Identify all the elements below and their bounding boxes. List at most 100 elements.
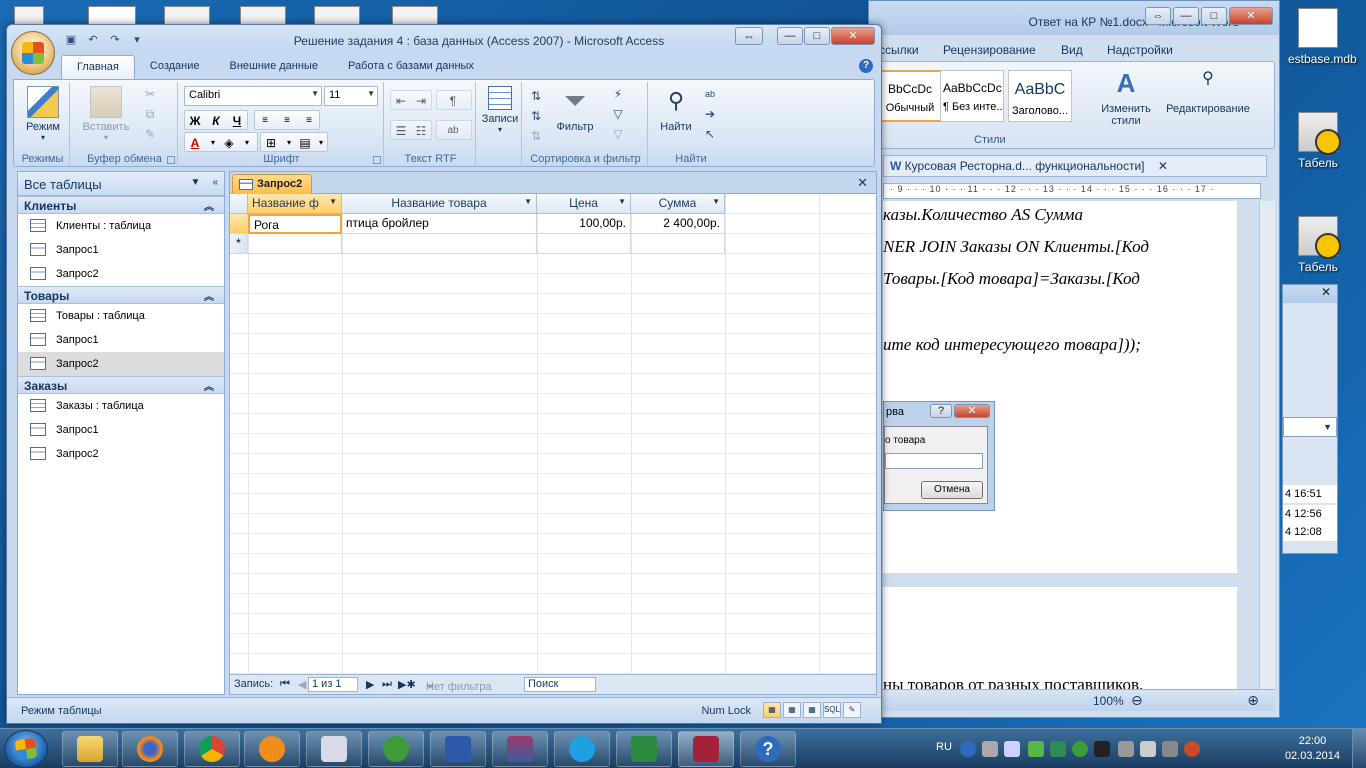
- first-record-button[interactable]: ⏮: [280, 678, 290, 691]
- align-right-icon[interactable]: ≡: [299, 111, 319, 129]
- nav-group-clients[interactable]: Клиенты ︽: [18, 196, 224, 214]
- taskbar-explorer[interactable]: [62, 731, 118, 767]
- show-desktop-button[interactable]: [1352, 729, 1366, 768]
- tray-app-icon[interactable]: [1094, 741, 1110, 757]
- tray-app-icon[interactable]: [982, 741, 998, 757]
- nav-item-query1[interactable]: Запрос1: [18, 418, 224, 442]
- word-window[interactable]: Ответ на КР №1.docx - Microsoft Word ⇔ —…: [868, 0, 1280, 718]
- indent-decrease-icon[interactable]: ⇤: [391, 91, 411, 109]
- dialog-launcher-icon[interactable]: [373, 156, 381, 164]
- datasheet-view-icon[interactable]: ▦: [763, 702, 781, 718]
- nav-item-query1[interactable]: Запрос1: [18, 238, 224, 262]
- chevron-down-icon[interactable]: ▼: [329, 197, 337, 206]
- tab-query2[interactable]: Запрос2: [232, 174, 312, 194]
- help-button[interactable]: ?: [930, 404, 952, 418]
- desktop-icon-estbase[interactable]: estbase.mdb: [1288, 8, 1357, 66]
- pivottable-view-icon[interactable]: ▦: [783, 702, 801, 718]
- font-name-select[interactable]: Calibri ▼: [184, 86, 322, 106]
- selection-filter-icon[interactable]: ⚡: [610, 86, 626, 102]
- navigation-pane-header[interactable]: Все таблицы ▼ «: [18, 172, 224, 196]
- nav-item-query1[interactable]: Запрос1: [18, 328, 224, 352]
- parameter-input[interactable]: [885, 453, 983, 469]
- previous-record-button[interactable]: ◀: [298, 678, 306, 691]
- chevron-down-icon[interactable]: ▼: [191, 177, 201, 188]
- format-painter-icon[interactable]: ✎: [142, 126, 158, 142]
- highlight-icon[interactable]: ab: [443, 121, 463, 139]
- help-icon[interactable]: ?: [859, 59, 873, 73]
- nav-item-clients-table[interactable]: Клиенты : таблица: [18, 214, 224, 238]
- column-header-product-name[interactable]: Название товара ▼: [342, 194, 537, 214]
- chevron-down-icon[interactable]: ▼: [712, 197, 720, 206]
- tab-view[interactable]: Вид: [1061, 43, 1083, 57]
- dialog-launcher-icon[interactable]: [167, 156, 175, 164]
- new-cell[interactable]: [342, 234, 537, 254]
- start-button[interactable]: [4, 730, 48, 768]
- nav-item-query2[interactable]: Запрос2: [18, 262, 224, 286]
- desktop-icon-tabel-2[interactable]: Табель: [1288, 216, 1348, 274]
- indent-increase-icon[interactable]: ⇥: [411, 91, 431, 109]
- find-button[interactable]: ⚲ Найти: [654, 86, 698, 133]
- font-color-icon[interactable]: A: [185, 133, 205, 151]
- row-selector[interactable]: [230, 214, 248, 234]
- cell-supplier[interactable]: Рога: [248, 214, 342, 234]
- collapse-pane-icon[interactable]: «: [212, 177, 218, 188]
- close-button[interactable]: ✕: [831, 27, 875, 45]
- nav-item-query2[interactable]: Запрос2: [18, 442, 224, 466]
- new-cell[interactable]: [248, 234, 342, 254]
- word-page-2[interactable]: ны товаров от разных поставщиков.: [883, 587, 1237, 694]
- word-document-tab[interactable]: W Курсовая Ресторна.d... функциональност…: [883, 155, 1267, 177]
- bullets-icon[interactable]: ☰: [391, 121, 411, 139]
- last-record-button[interactable]: ⏭: [382, 678, 392, 691]
- access-window[interactable]: ▣ ↶ ↷ ▾ Решение задания 4 : база данных …: [6, 24, 882, 724]
- help-icon[interactable]: [960, 741, 976, 757]
- tab-review[interactable]: Рецензирование: [943, 43, 1036, 57]
- sort-ascending-icon[interactable]: ⇅: [528, 88, 544, 104]
- paragraph-icon[interactable]: ¶: [443, 91, 463, 109]
- advanced-filter-icon[interactable]: ▽: [610, 106, 626, 122]
- align-center-icon[interactable]: ≡: [277, 111, 297, 129]
- align-left-icon[interactable]: ≡: [255, 111, 275, 129]
- table-row[interactable]: Рога птица бройлер 100,00р. 2 400,00р.: [230, 214, 725, 234]
- new-record-button[interactable]: ▶✱: [398, 678, 416, 691]
- move-icon[interactable]: ⇔: [735, 27, 763, 45]
- chevron-down-icon[interactable]: ▾: [237, 133, 257, 151]
- paste-button[interactable]: Вставить ▾: [78, 86, 134, 142]
- utorrent-icon[interactable]: [1072, 741, 1088, 757]
- tab-home[interactable]: Главная: [61, 55, 135, 79]
- tab-references[interactable]: ссылки: [879, 43, 919, 57]
- copy-icon[interactable]: ⧉: [142, 106, 158, 122]
- italic-button[interactable]: К: [206, 111, 226, 129]
- move-icon[interactable]: ⇔: [1145, 7, 1171, 25]
- minimize-button[interactable]: —: [777, 27, 803, 45]
- cell-price[interactable]: 100,00р.: [537, 214, 631, 234]
- tab-create[interactable]: Создание: [135, 55, 215, 79]
- chevron-down-icon[interactable]: ▼: [618, 197, 626, 206]
- cell-sum[interactable]: 2 400,00р.: [631, 214, 725, 234]
- volume-icon[interactable]: [1140, 741, 1156, 757]
- datasheet-grid[interactable]: Название ф ▼ Название товара ▼ Цена ▼ Су…: [230, 194, 876, 676]
- tray-check-icon[interactable]: [1028, 741, 1044, 757]
- network-icon[interactable]: [1118, 741, 1134, 757]
- chevron-down-icon[interactable]: ▾: [311, 133, 331, 151]
- clock[interactable]: 22:00 02.03.2014: [1285, 734, 1340, 764]
- tab-addins[interactable]: Надстройки: [1107, 43, 1173, 57]
- taskbar-chrome[interactable]: [184, 731, 240, 767]
- underline-button[interactable]: Ч: [227, 111, 247, 129]
- taskbar-fax[interactable]: [306, 731, 362, 767]
- side-window[interactable]: ✕ ▼ 4 16:51 4 12:56 4 12:08: [1282, 284, 1338, 554]
- dropdown[interactable]: ▼: [1283, 417, 1337, 437]
- vertical-scrollbar[interactable]: [1259, 201, 1275, 691]
- taskbar-help[interactable]: ?: [740, 731, 796, 767]
- close-icon[interactable]: ✕: [1158, 159, 1168, 173]
- select-icon[interactable]: ↖: [702, 126, 718, 142]
- undo-icon[interactable]: ↶: [85, 33, 101, 47]
- next-record-button[interactable]: ▶: [366, 678, 374, 691]
- tray-app-icon[interactable]: [1162, 741, 1178, 757]
- taskbar-winrar[interactable]: [492, 731, 548, 767]
- new-cell[interactable]: [537, 234, 631, 254]
- taskbar-word[interactable]: [430, 731, 486, 767]
- taskbar-access[interactable]: [678, 731, 734, 767]
- bold-button[interactable]: Ж: [185, 111, 205, 129]
- change-styles-button[interactable]: A Изменить стили: [1096, 68, 1156, 127]
- record-position-input[interactable]: 1 из 1: [308, 677, 358, 692]
